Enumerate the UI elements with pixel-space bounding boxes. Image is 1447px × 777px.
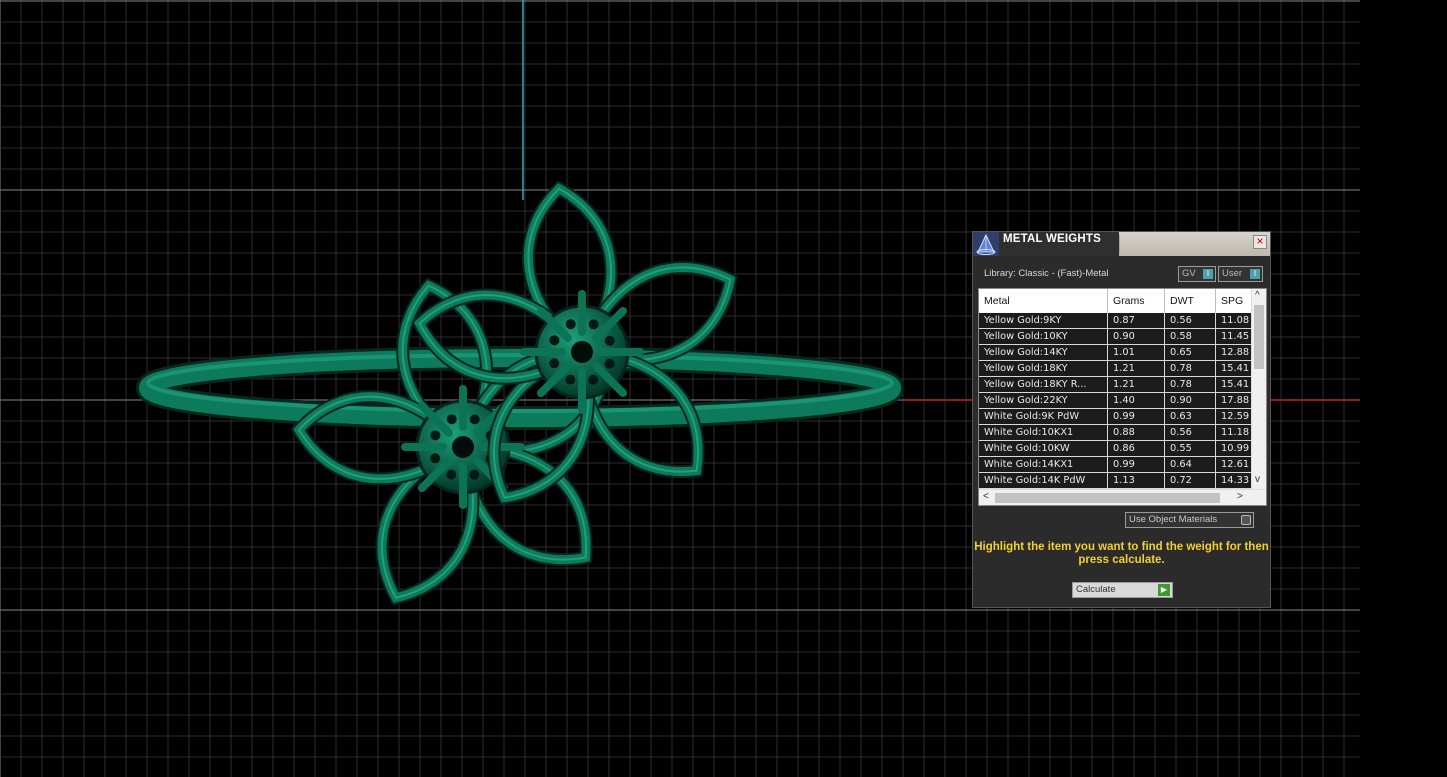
table-cell: 0.99 [1108,457,1165,472]
table-row[interactable]: White Gold:14K PdW 1.13 0.72 14.33 [979,473,1252,489]
table-cell: 1.21 [1108,377,1165,392]
column-header-dwt[interactable]: DWT [1165,289,1216,313]
user-toggle-label: User [1222,268,1243,279]
metal-weights-panel: METAL WEIGHTS × Library: Classic - (Fast… [972,231,1271,608]
table-cell: 12.61 [1221,459,1250,470]
table-row[interactable]: Yellow Gold:10KY 0.90 0.58 11.45 [979,329,1252,345]
panel-title: METAL WEIGHTS [999,232,1119,256]
table-cell: 15.41 [1221,379,1250,390]
user-toggle[interactable]: User I [1218,266,1263,282]
table-cell: 14.33 [1221,475,1250,486]
table-row[interactable]: White Gold:10KW 0.86 0.55 10.99 [979,441,1252,457]
table-cell: 12.59 [1221,411,1250,422]
table-cell: Yellow Gold:18KY [979,361,1108,376]
table-cell: 0.56 [1165,313,1216,328]
user-indicator-icon: I [1250,269,1260,279]
table-row[interactable]: White Gold:10KX1 0.88 0.56 11.18 [979,425,1252,441]
vertical-scroll-thumb[interactable] [1254,305,1264,369]
flower-heads [290,180,738,606]
instruction-text: Highlight the item you want to find the … [974,541,1269,566]
scroll-down-icon[interactable]: v [1255,473,1260,487]
table-cell: 1.13 [1108,473,1165,488]
metal-table-viewport: Metal Grams DWT SPG Yellow Gold:9KY 0.87 0… [979,289,1252,489]
table-cell: 0.56 [1165,425,1216,440]
table-cell: 11.45 [1221,331,1250,342]
use-object-materials-label: Use Object Materials [1129,514,1218,525]
table-row[interactable]: Yellow Gold:22KY 1.40 0.90 17.88 [979,393,1252,409]
table-cell: 11.08 [1221,315,1250,326]
horizontal-scrollbar[interactable]: < > [979,489,1266,505]
column-header-grams[interactable]: Grams [1108,289,1165,313]
table-cell: 0.65 [1165,345,1216,360]
table-row[interactable]: White Gold:9K PdW 0.99 0.63 12.59 [979,409,1252,425]
table-cell: White Gold:10KX1 [979,425,1108,440]
close-button[interactable]: × [1253,235,1267,249]
table-header: Metal Grams DWT SPG [979,289,1252,313]
metal-table[interactable]: Metal Grams DWT SPG Yellow Gold:9KY 0.87 0… [978,288,1267,506]
table-row[interactable]: Yellow Gold:18KY R... 1.21 0.78 15.41 [979,377,1252,393]
table-cell: 0.86 [1108,441,1165,456]
calculate-label: Calculate [1076,584,1116,595]
table-cell: 17.88 [1221,395,1250,406]
table-cell: 15.41 [1221,363,1250,374]
gv-toggle-label: GV [1182,268,1196,279]
radio-indicator-icon [1241,515,1251,525]
table-row[interactable]: Yellow Gold:14KY 1.01 0.65 12.88 [979,345,1252,361]
table-cell: 12.88 [1221,347,1250,358]
column-header-spg[interactable]: SPG [1216,289,1252,313]
table-cell: 0.88 [1108,425,1165,440]
table-cell: 0.78 [1165,377,1216,392]
table-cell: White Gold:9K PdW [979,409,1108,424]
gv-indicator-icon: I [1203,269,1213,279]
scroll-left-icon[interactable]: < [983,490,989,504]
table-cell: 0.55 [1165,441,1216,456]
table-cell: 0.63 [1165,409,1216,424]
library-label: Library: Classic - (Fast)-Metal [984,268,1109,279]
titlebar-grip[interactable] [1118,235,1239,253]
table-cell: Yellow Gold:14KY [979,345,1108,360]
column-header-metal[interactable]: Metal [979,289,1108,313]
use-object-materials-toggle[interactable]: Use Object Materials [1125,512,1254,528]
gv-toggle[interactable]: GV I [1178,266,1216,282]
horizontal-scroll-thumb[interactable] [995,493,1220,503]
table-row[interactable]: Yellow Gold:9KY 0.87 0.56 11.08 [979,313,1252,329]
table-row[interactable]: White Gold:14KX1 0.99 0.64 12.61 [979,457,1252,473]
table-row[interactable]: Yellow Gold:18KY 1.21 0.78 15.41 [979,361,1252,377]
table-cell: 0.90 [1108,329,1165,344]
calculate-button[interactable]: Calculate ▶ [1072,582,1173,598]
app-logo-icon [973,232,999,256]
table-cell: 0.58 [1165,329,1216,344]
table-cell: 0.87 [1108,313,1165,328]
panel-titlebar[interactable]: METAL WEIGHTS × [973,232,1270,256]
table-cell: Yellow Gold:22KY [979,393,1108,408]
table-cell: 11.18 [1221,427,1250,438]
table-cell: 0.64 [1165,457,1216,472]
table-cell: 10.99 [1221,443,1250,454]
table-cell: White Gold:14KX1 [979,457,1108,472]
table-cell: White Gold:14K PdW [979,473,1108,488]
table-cell: 0.99 [1108,409,1165,424]
table-cell: 1.01 [1108,345,1165,360]
table-cell: 0.78 [1165,361,1216,376]
table-cell: 1.40 [1108,393,1165,408]
vertical-scrollbar[interactable]: ^ v [1251,289,1266,489]
table-cell: 0.90 [1165,393,1216,408]
table-cell: White Gold:10KW [979,441,1108,456]
table-cell: Yellow Gold:9KY [979,313,1108,328]
scroll-right-icon[interactable]: > [1237,490,1243,504]
table-cell: 0.72 [1165,473,1216,488]
scroll-up-icon[interactable]: ^ [1255,289,1260,303]
play-arrow-icon: ▶ [1158,584,1170,596]
table-cell: Yellow Gold:18KY R... [979,377,1108,392]
table-cell: Yellow Gold:10KY [979,329,1108,344]
table-cell: 1.21 [1108,361,1165,376]
